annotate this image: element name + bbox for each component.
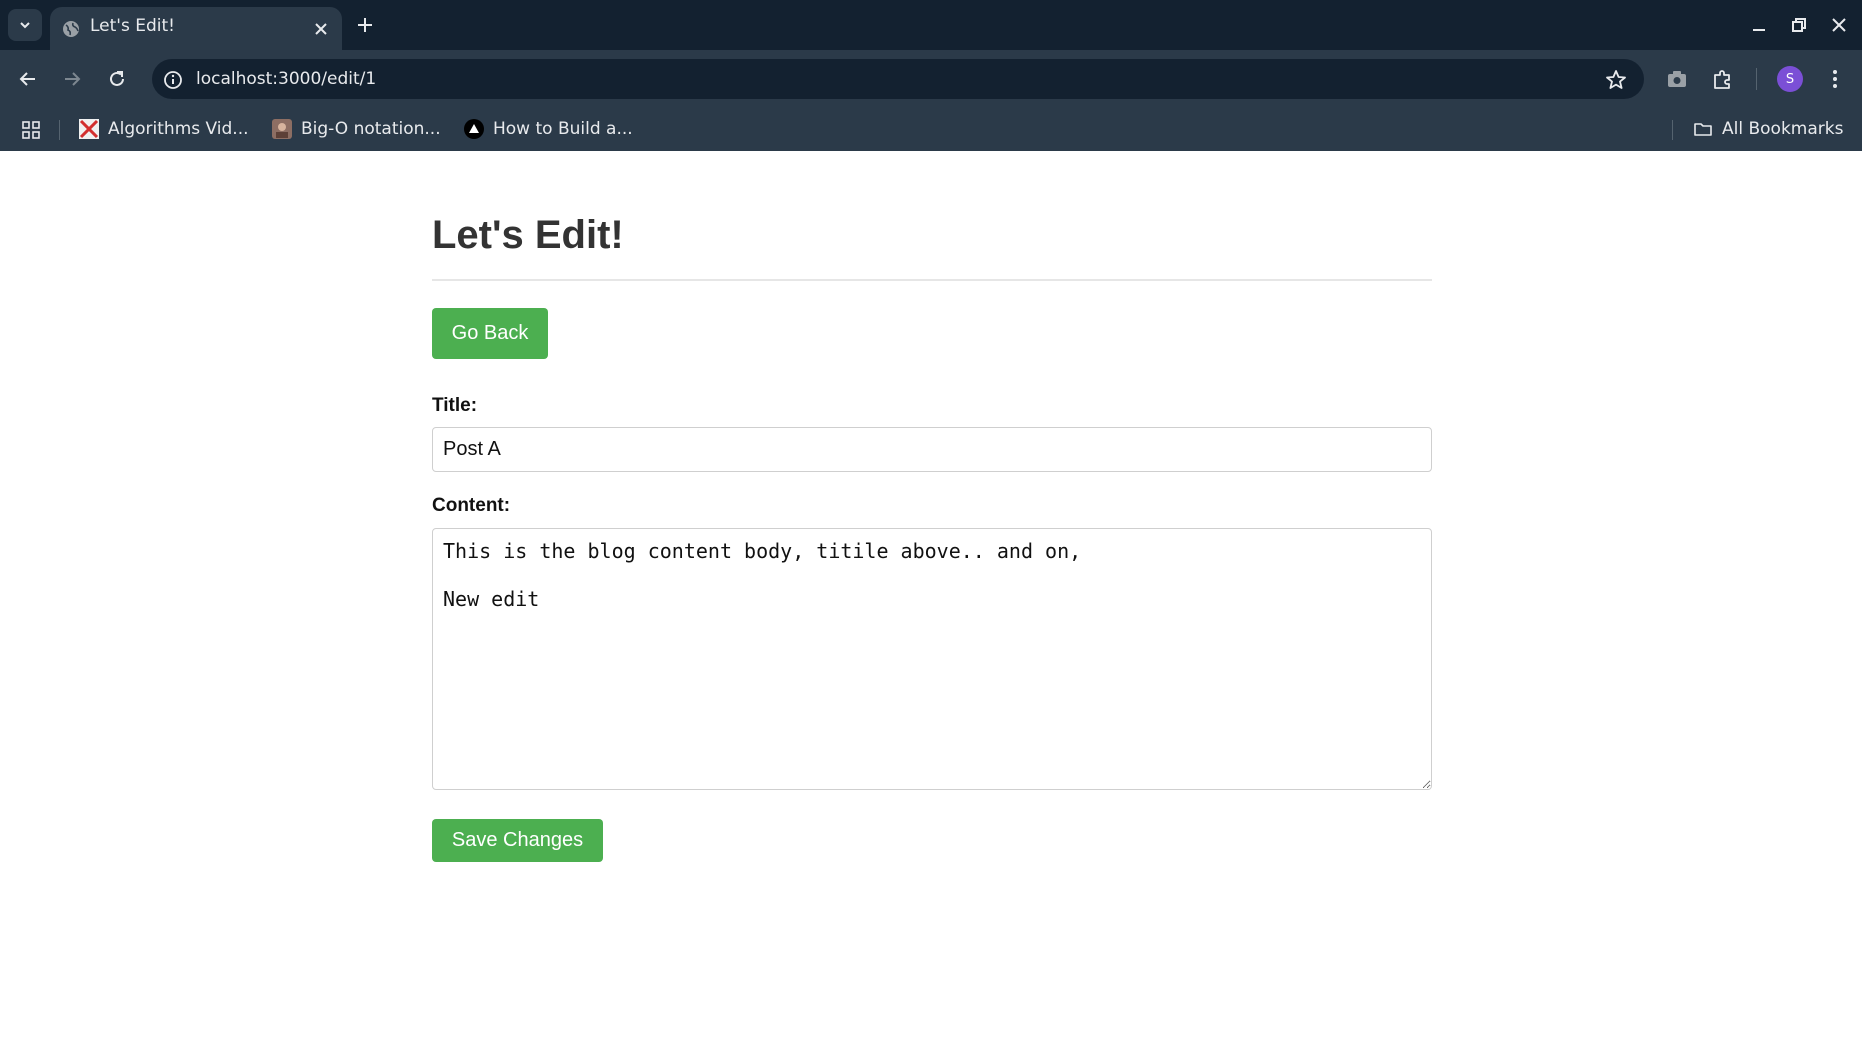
all-bookmarks-button[interactable]: All Bookmarks [1693,116,1843,142]
close-window-icon[interactable] [1828,14,1850,36]
bookmarks-separator [1672,120,1673,140]
browser-toolbar: localhost:3000/edit/1 S [0,50,1862,108]
extensions-puzzle-icon[interactable] [1710,66,1736,92]
camera-icon[interactable] [1664,66,1690,92]
content-label: Content: [432,495,511,516]
address-bar[interactable]: localhost:3000/edit/1 [152,59,1644,99]
chevron-down-icon [20,22,30,29]
globe-icon [63,21,79,37]
page-title: Let's Edit! [432,213,624,257]
profile-avatar[interactable]: S [1777,66,1803,92]
back-arrow-icon[interactable] [15,66,41,92]
bookmark-label: Big-O notation... [301,119,441,139]
title-divider [432,279,1432,281]
bookmark-favicon-icon [79,119,99,139]
edit-page: Let's Edit! Go Back Title: Content: This… [432,151,1432,862]
tab-title: Let's Edit! [90,16,175,36]
apps-grid-icon[interactable] [21,120,41,140]
forward-arrow-icon[interactable] [59,66,85,92]
bookmarks-bar: Algorithms Vid... Big-O notation... How … [0,108,1862,151]
bookmark-item[interactable]: How to Build a... [464,116,633,142]
bookmark-star-icon[interactable] [1604,68,1628,92]
bookmarks-separator [59,120,60,140]
title-input[interactable] [432,427,1432,472]
folder-icon [1694,123,1712,136]
title-label: Title: [432,395,478,416]
bookmark-favicon-icon [464,119,484,139]
bookmark-item[interactable]: Big-O notation... [272,116,441,142]
new-tab-icon[interactable] [354,14,376,36]
toolbar-separator [1756,68,1757,90]
reload-icon[interactable] [104,66,130,92]
bookmark-item[interactable]: Algorithms Vid... [79,116,249,142]
kebab-menu-icon[interactable] [1822,66,1848,92]
url-text[interactable]: localhost:3000/edit/1 [196,69,376,89]
restore-icon[interactable] [1788,14,1810,36]
close-tab-icon[interactable] [312,20,330,38]
bookmark-label: How to Build a... [493,119,633,139]
save-changes-button[interactable]: Save Changes [432,819,603,862]
active-tab[interactable]: Let's Edit! [50,7,342,50]
minimize-icon[interactable] [1748,14,1770,36]
tab-strip: Let's Edit! [0,0,1862,50]
bookmark-label: Algorithms Vid... [108,119,249,139]
tab-search-button[interactable] [8,9,42,41]
go-back-button[interactable]: Go Back [432,308,548,359]
all-bookmarks-label: All Bookmarks [1722,119,1844,139]
site-info-icon[interactable] [162,69,184,91]
bookmark-favicon-icon [272,119,292,139]
content-textarea[interactable]: This is the blog content body, titile ab… [432,528,1432,790]
